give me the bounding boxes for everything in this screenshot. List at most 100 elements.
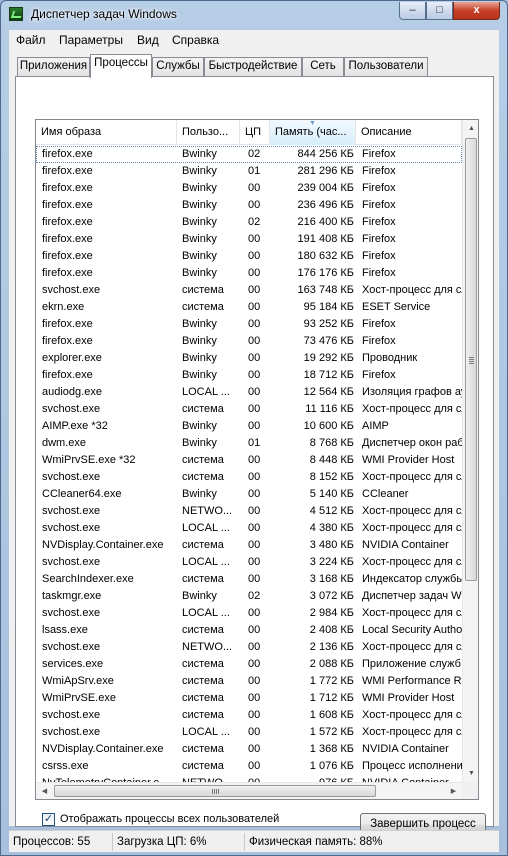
process-cpu: 00	[248, 641, 261, 653]
process-row[interactable]: services.exe система 00 2 088 КБ Приложение …	[36, 656, 462, 673]
process-memory: 2 408 КБ	[309, 624, 354, 636]
process-row[interactable]: firefox.exe Bwinky 01 281 296 КБ Firefox	[36, 163, 462, 180]
close-button[interactable]: x	[453, 2, 500, 20]
horizontal-scrollbar[interactable]: ◀ ▶	[36, 782, 462, 799]
tab-network[interactable]: Сеть	[302, 57, 344, 76]
maximize-button[interactable]: □	[426, 2, 453, 20]
process-row[interactable]: dwm.exe Bwinky 01 8 768 КБ Диспетчер окон ра…	[36, 435, 462, 452]
process-user: LOCAL ...	[182, 522, 230, 534]
process-user: система	[182, 692, 224, 704]
menu-bar: Файл Параметры Вид Справка	[9, 30, 499, 50]
grip-line	[469, 363, 474, 364]
process-row[interactable]: csrss.exe система 00 1 076 КБ Процесс исполн…	[36, 758, 462, 775]
process-row[interactable]: svchost.exe NETWO... 00 4 512 КБ Хост-процес…	[36, 503, 462, 520]
process-row[interactable]: firefox.exe Bwinky 00 191 408 КБ Firefox	[36, 231, 462, 248]
process-row[interactable]: firefox.exe Bwinky 00 93 252 КБ Firefox	[36, 316, 462, 333]
process-memory: 1 608 КБ	[309, 709, 354, 721]
process-memory: 2 136 КБ	[309, 641, 354, 653]
process-row[interactable]: svchost.exe система 00 1 608 КБ Хост-процесс…	[36, 707, 462, 724]
scroll-up-icon[interactable]: ▲	[463, 120, 478, 137]
process-row[interactable]: SearchIndexer.exe система 00 3 168 КБ Индекс…	[36, 571, 462, 588]
process-cpu: 00	[248, 726, 261, 738]
vertical-scrollbar[interactable]: ▲ ▼	[462, 120, 478, 782]
process-user: Bwinky	[182, 165, 217, 177]
process-description: AIMP	[362, 420, 389, 432]
process-name: firefox.exe	[42, 267, 93, 279]
process-name: svchost.exe	[42, 556, 101, 568]
process-row[interactable]: explorer.exe Bwinky 00 19 292 КБ Проводник	[36, 350, 462, 367]
process-row[interactable]: WmiPrvSE.exe система 00 1 712 КБ WMI Provide…	[36, 690, 462, 707]
scroll-down-icon[interactable]: ▼	[463, 765, 478, 782]
minimize-button[interactable]: –	[399, 2, 426, 20]
process-name: audiodg.exe	[42, 386, 102, 398]
process-row[interactable]: taskmgr.exe Bwinky 02 3 072 КБ Диспетчер зад…	[36, 588, 462, 605]
process-row[interactable]: firefox.exe Bwinky 00 176 176 КБ Firefox	[36, 265, 462, 282]
process-row[interactable]: firefox.exe Bwinky 00 180 632 КБ Firefox	[36, 248, 462, 265]
scroll-right-icon[interactable]: ▶	[445, 783, 462, 799]
process-row[interactable]: firefox.exe Bwinky 00 73 476 КБ Firefox	[36, 333, 462, 350]
process-name: firefox.exe	[42, 233, 93, 245]
column-header: Имя образа Пользо... ЦП ▼ Память (час...…	[36, 120, 462, 145]
process-row[interactable]: NVDisplay.Container.exe система 00 3 480 КБ…	[36, 537, 462, 554]
process-row[interactable]: svchost.exe система 00 11 116 КБ Хост-процес…	[36, 401, 462, 418]
process-memory: 1 572 КБ	[309, 726, 354, 738]
horizontal-scroll-thumb[interactable]	[54, 785, 376, 797]
process-cpu: 00	[248, 267, 261, 279]
tab-performance[interactable]: Быстродействие	[204, 57, 302, 76]
process-user: система	[182, 301, 224, 313]
process-cpu: 00	[248, 454, 261, 466]
menu-view[interactable]: Вид	[137, 33, 159, 47]
show-all-users-checkbox[interactable]: ✓	[42, 813, 55, 826]
process-memory: 73 476 КБ	[303, 335, 354, 347]
menu-file[interactable]: Файл	[16, 33, 46, 47]
process-row[interactable]: firefox.exe Bwinky 02 216 400 КБ Firefox	[36, 214, 462, 231]
process-row[interactable]: CCleaner64.exe Bwinky 00 5 140 КБ CCleaner	[36, 486, 462, 503]
process-name: svchost.exe	[42, 709, 101, 721]
process-description: Хост-процесс для сл	[362, 505, 462, 517]
process-cpu: 00	[248, 505, 261, 517]
column-user[interactable]: Пользо...	[177, 120, 240, 145]
process-row[interactable]: NVDisplay.Container.exe система 00 1 368 КБ…	[36, 741, 462, 758]
process-list[interactable]: Имя образа Пользо... ЦП ▼ Память (час...…	[35, 119, 479, 800]
scroll-left-icon[interactable]: ◀	[36, 783, 53, 799]
process-row[interactable]: svchost.exe LOCAL ... 00 3 224 КБ Хост-проце…	[36, 554, 462, 571]
status-cpu-load: Загрузка ЦП: 6%	[113, 833, 245, 851]
process-row[interactable]: svchost.exe NETWO... 00 2 136 КБ Хост-процес…	[36, 639, 462, 656]
window-title: Диспетчер задач Windows	[31, 7, 177, 21]
process-memory: 12 564 КБ	[303, 386, 354, 398]
tab-applications[interactable]: Приложения	[17, 57, 90, 76]
process-name: firefox.exe	[42, 165, 93, 177]
menu-options[interactable]: Параметры	[59, 33, 123, 47]
process-row[interactable]: firefox.exe Bwinky 00 239 004 КБ Firefox	[36, 180, 462, 197]
vertical-scroll-thumb[interactable]	[465, 138, 477, 581]
process-memory: 8 152 КБ	[309, 471, 354, 483]
column-image-name[interactable]: Имя образа	[36, 120, 177, 145]
process-row[interactable]: AIMP.exe *32 Bwinky 00 10 600 КБ AIMP	[36, 418, 462, 435]
process-row[interactable]: svchost.exe LOCAL ... 00 4 380 КБ Хост-проце…	[36, 520, 462, 537]
column-description[interactable]: Описание	[356, 120, 462, 145]
column-cpu[interactable]: ЦП	[240, 120, 270, 145]
process-row[interactable]: svchost.exe LOCAL ... 00 1 572 КБ Хост-проце…	[36, 724, 462, 741]
process-cpu: 00	[248, 522, 261, 534]
process-row[interactable]: firefox.exe Bwinky 02 844 256 КБ Firefox	[36, 146, 462, 163]
process-row[interactable]: WmiApSrv.exe система 00 1 772 КБ WMI Perform…	[36, 673, 462, 690]
process-row[interactable]: firefox.exe Bwinky 00 18 712 КБ Firefox	[36, 367, 462, 384]
process-cpu: 00	[248, 420, 261, 432]
process-row[interactable]: audiodg.exe LOCAL ... 00 12 564 КБ Изоляция …	[36, 384, 462, 401]
process-row[interactable]: svchost.exe система 00 163 748 КБ Хост-проце…	[36, 282, 462, 299]
process-row[interactable]: WmiPrvSE.exe *32 система 00 8 448 КБ WMI Pro…	[36, 452, 462, 469]
title-bar[interactable]: Диспетчер задач Windows – □ x	[1, 1, 507, 28]
tab-users[interactable]: Пользователи	[344, 57, 428, 76]
process-row[interactable]: svchost.exe LOCAL ... 00 2 984 КБ Хост-проце…	[36, 605, 462, 622]
process-cpu: 00	[248, 352, 261, 364]
tab-services[interactable]: Службы	[152, 57, 204, 76]
process-row[interactable]: lsass.exe система 00 2 408 КБ Local Security…	[36, 622, 462, 639]
process-row[interactable]: svchost.exe система 00 8 152 КБ Хост-процесс…	[36, 469, 462, 486]
process-row[interactable]: ekrn.exe система 00 95 184 КБ ESET Service	[36, 299, 462, 316]
tab-processes[interactable]: Процессы	[90, 54, 152, 78]
process-name: lsass.exe	[42, 624, 88, 636]
process-row[interactable]: firefox.exe Bwinky 00 236 496 КБ Firefox	[36, 197, 462, 214]
menu-help[interactable]: Справка	[172, 33, 219, 47]
process-description: Диспетчер окон раб	[362, 437, 462, 449]
column-memory[interactable]: ▼ Память (час...	[270, 120, 356, 145]
